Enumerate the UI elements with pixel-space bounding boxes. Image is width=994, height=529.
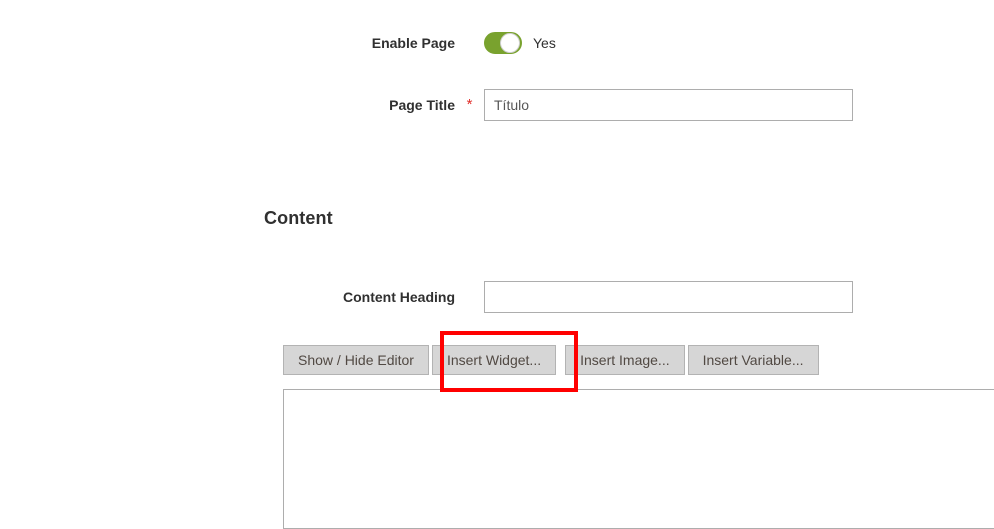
content-section-title: Content [264, 208, 333, 228]
field-row-content-heading: Content Heading [264, 281, 853, 313]
content-editor-textarea[interactable] [283, 389, 994, 529]
enable-page-toggle[interactable] [484, 32, 522, 54]
content-heading-label: Content Heading [343, 289, 455, 305]
page-title-label: Page Title [389, 97, 455, 113]
show-hide-editor-button[interactable]: Show / Hide Editor [283, 345, 429, 375]
content-heading-input[interactable] [484, 281, 853, 313]
toggle-knob-icon [500, 33, 520, 53]
required-asterisk-icon: * [466, 96, 473, 113]
enable-page-label: Enable Page [371, 35, 455, 51]
editor-button-row: Show / Hide Editor Insert Widget... Inse… [283, 345, 819, 375]
field-row-enable-page: Enable Page Yes [264, 27, 556, 59]
insert-variable-button[interactable]: Insert Variable... [687, 345, 819, 375]
insert-image-button[interactable]: Insert Image... [565, 345, 685, 375]
enable-page-toggle-wrap: Yes [484, 27, 556, 59]
enable-page-toggle-state-label: Yes [533, 35, 556, 51]
insert-widget-button[interactable]: Insert Widget... [431, 345, 557, 375]
cms-page-edit-form: Enable Page Yes Page Title * Content Con… [0, 0, 994, 529]
field-row-page-title: Page Title * [264, 89, 853, 121]
page-title-input[interactable] [484, 89, 853, 121]
